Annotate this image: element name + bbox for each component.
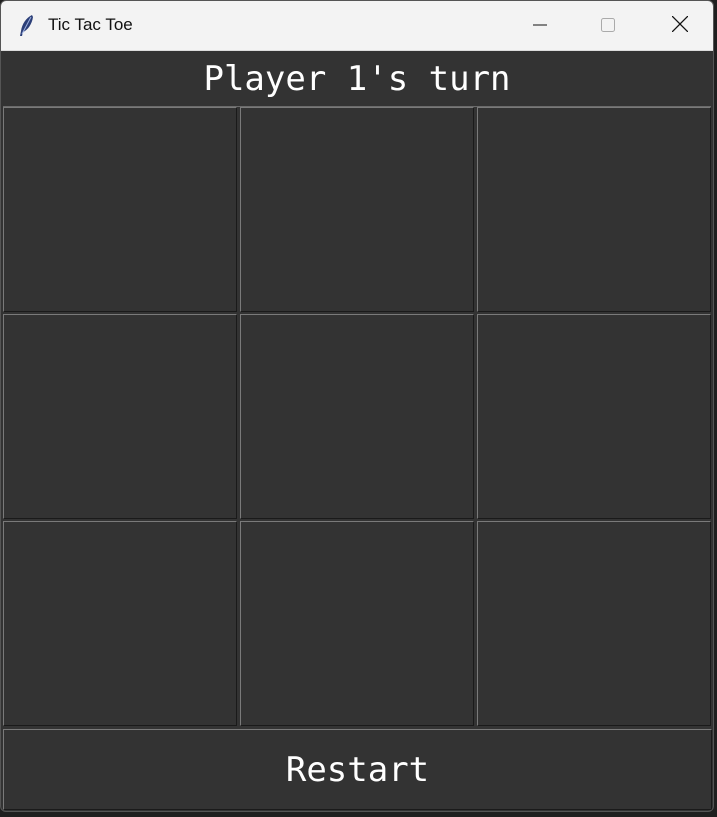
turn-status-label: Player 1's turn <box>3 52 711 107</box>
title-bar[interactable]: Tic Tac Toe <box>1 1 713 51</box>
board-cell-5[interactable] <box>240 314 474 519</box>
board-cell-6[interactable] <box>477 314 711 519</box>
board-cell-4[interactable] <box>3 314 237 519</box>
close-icon <box>671 15 689 36</box>
app-window: Tic Tac Toe Player 1's turn Restart <box>0 0 714 812</box>
window-title: Tic Tac Toe <box>48 15 133 34</box>
board-cell-7[interactable] <box>3 521 237 726</box>
minimize-icon <box>533 17 547 36</box>
board-cell-2[interactable] <box>240 107 474 312</box>
game-board <box>3 107 712 728</box>
maximize-icon <box>601 17 615 36</box>
maximize-button[interactable] <box>573 1 643 51</box>
minimize-button[interactable] <box>505 1 575 51</box>
board-cell-9[interactable] <box>477 521 711 726</box>
restart-button[interactable]: Restart <box>3 729 712 810</box>
close-button[interactable] <box>645 1 713 51</box>
board-cell-8[interactable] <box>240 521 474 726</box>
feather-icon <box>17 14 37 38</box>
board-cell-3[interactable] <box>477 107 711 312</box>
board-cell-1[interactable] <box>3 107 237 312</box>
